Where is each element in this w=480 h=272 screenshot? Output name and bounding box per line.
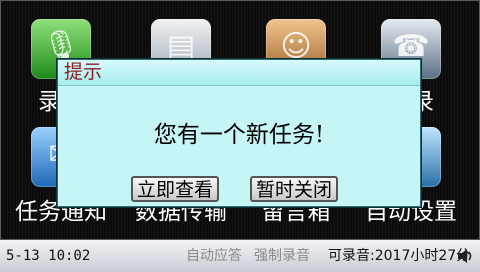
auto-answer-indicator: 自动应答 bbox=[186, 248, 242, 264]
remaining-record-time: 可录音:2017小时27分 bbox=[328, 248, 471, 264]
dialog-titlebar: 提示 bbox=[58, 60, 420, 86]
dialog-message: 您有一个新任务! bbox=[153, 122, 325, 148]
new-task-dialog: 提示 您有一个新任务! 立即查看 暂时关闭 bbox=[57, 59, 421, 207]
dialog-title: 提示 bbox=[64, 61, 103, 83]
speaker-icon[interactable] bbox=[456, 247, 474, 265]
status-bar: 5-13 10:02 自动应答 强制录音 可录音:2017小时27分 bbox=[0, 240, 480, 272]
close-for-now-button[interactable]: 暂时关闭 bbox=[250, 176, 339, 202]
view-now-button[interactable]: 立即查看 bbox=[131, 176, 220, 202]
home-screen: 🎙 录音 ▤ ☺ ☎ 话录 ✉ 任务通知 ⇄ 数据传输 ✉ 留言箱 ⚙ 自动设置… bbox=[0, 0, 480, 240]
status-datetime: 5-13 10:02 bbox=[6, 248, 91, 264]
force-record-indicator: 强制录音 bbox=[254, 248, 310, 264]
